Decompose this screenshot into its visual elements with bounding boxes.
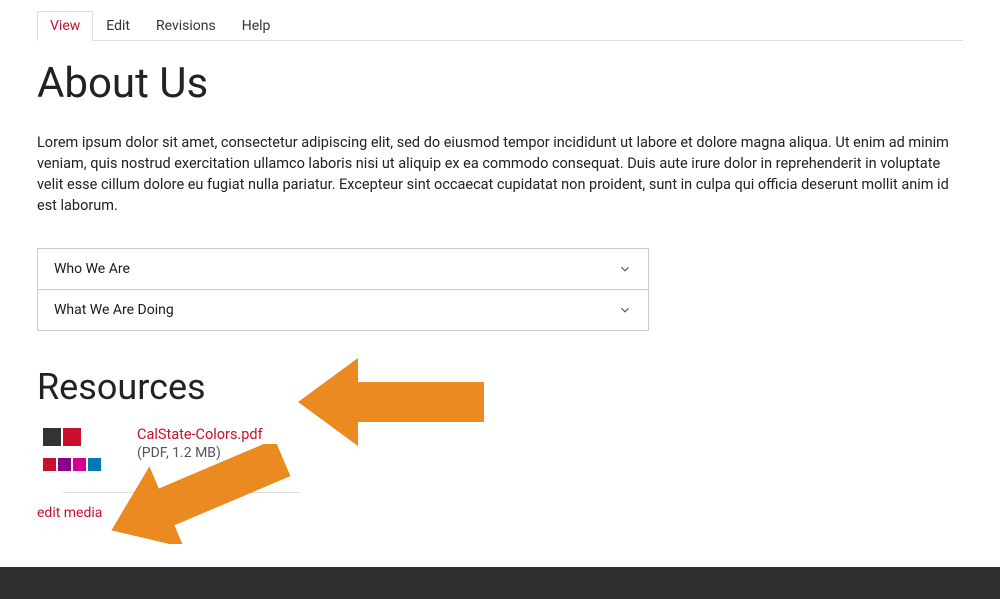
divider	[63, 492, 299, 493]
tab-revisions[interactable]: Revisions	[143, 11, 229, 41]
resource-card: CalState-Colors.pdf (PDF, 1.2 MB)	[37, 422, 457, 490]
body-paragraph: Lorem ipsum dolor sit amet, consectetur …	[37, 132, 963, 216]
tab-help[interactable]: Help	[229, 11, 284, 41]
resource-file-link[interactable]: CalState-Colors.pdf	[137, 426, 263, 443]
page-tabs: View Edit Revisions Help	[37, 0, 963, 41]
accordion-item-what-we-are-doing[interactable]: What We Are Doing	[37, 289, 649, 331]
chevron-down-icon	[618, 262, 632, 276]
resources-heading: Resources	[37, 366, 963, 408]
accordion-label: What We Are Doing	[54, 302, 174, 318]
footer-bar	[0, 567, 1000, 599]
chevron-down-icon	[618, 303, 632, 317]
file-thumbnail	[37, 422, 113, 490]
tab-edit[interactable]: Edit	[93, 11, 143, 41]
page-title: About Us	[37, 59, 963, 108]
edit-media-link[interactable]: edit media	[37, 505, 102, 521]
tab-view[interactable]: View	[37, 11, 93, 41]
resource-file-meta: (PDF, 1.2 MB)	[137, 445, 263, 461]
accordion-label: Who We Are	[54, 261, 130, 277]
accordion: Who We Are What We Are Doing	[37, 248, 649, 331]
accordion-item-who-we-are[interactable]: Who We Are	[37, 248, 649, 290]
